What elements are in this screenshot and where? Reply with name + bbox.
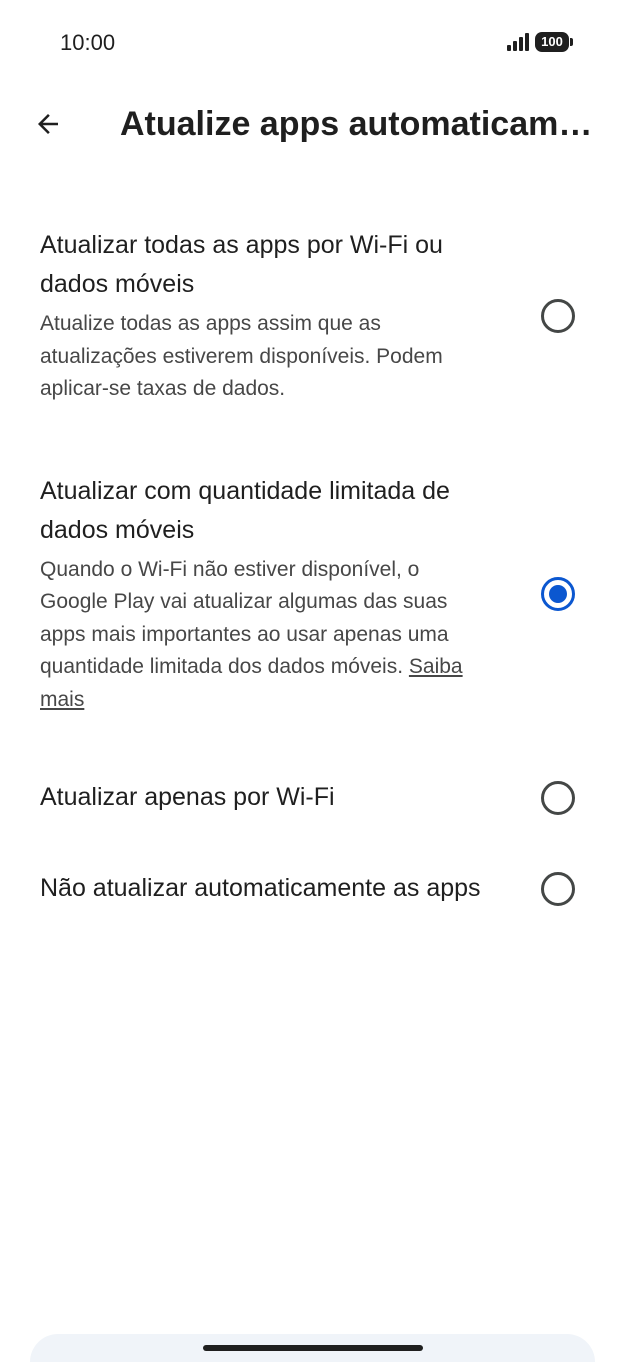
radio-unchecked-icon bbox=[541, 780, 575, 815]
option-update-any-network[interactable]: Atualizar todas as apps por Wi-Fi ou dad… bbox=[0, 218, 625, 414]
option-description: Atualize todas as apps assim que as atua… bbox=[40, 312, 443, 400]
option-title: Atualizar apenas por Wi-Fi bbox=[40, 783, 335, 811]
option-no-auto-update[interactable]: Não atualizar automaticamente as apps bbox=[0, 861, 625, 916]
radio-checked-icon bbox=[541, 576, 575, 611]
option-text: Atualizar com quantidade limitada de dad… bbox=[40, 472, 490, 717]
signal-icon bbox=[507, 33, 529, 51]
option-description: Quando o Wi-Fi não estiver disponível, o… bbox=[40, 554, 490, 717]
status-time: 10:00 bbox=[60, 30, 116, 55]
back-button[interactable] bbox=[24, 100, 72, 148]
radio-button[interactable] bbox=[541, 298, 575, 333]
option-text: Atualizar apenas por Wi-Fi bbox=[40, 778, 490, 817]
option-text: Não atualizar automaticamente as apps bbox=[40, 869, 490, 908]
option-description-text: Quando o Wi-Fi não estiver disponível, o… bbox=[40, 557, 449, 679]
page-title: Atualize apps automaticamente bbox=[120, 105, 600, 143]
radio-button[interactable] bbox=[541, 780, 575, 815]
option-update-limited-data[interactable]: Atualizar com quantidade limitada de dad… bbox=[0, 464, 625, 725]
app-bar: Atualize apps automaticamente bbox=[0, 88, 625, 160]
option-title: Não atualizar automaticamente as apps bbox=[40, 874, 481, 902]
radio-unchecked-icon bbox=[541, 298, 575, 333]
arrow-back-icon bbox=[38, 114, 58, 134]
radio-unchecked-icon bbox=[541, 871, 575, 906]
option-text: Atualizar todas as apps por Wi-Fi ou dad… bbox=[40, 226, 490, 406]
radio-button[interactable] bbox=[541, 871, 575, 906]
status-icons: 100 bbox=[507, 32, 573, 52]
battery-level: 100 bbox=[541, 34, 563, 49]
option-title: Atualizar com quantidade limitada de dad… bbox=[40, 476, 450, 544]
radio-button[interactable] bbox=[541, 576, 575, 611]
option-title: Atualizar todas as apps por Wi-Fi ou dad… bbox=[40, 231, 443, 298]
update-options-list: Atualizar todas as apps por Wi-Fi ou dad… bbox=[0, 218, 625, 916]
option-update-wifi-only[interactable]: Atualizar apenas por Wi-Fi bbox=[0, 770, 625, 825]
battery-icon: 100 bbox=[535, 32, 573, 52]
status-bar: 10:00 100 bbox=[0, 0, 625, 88]
home-indicator[interactable] bbox=[203, 1345, 423, 1351]
